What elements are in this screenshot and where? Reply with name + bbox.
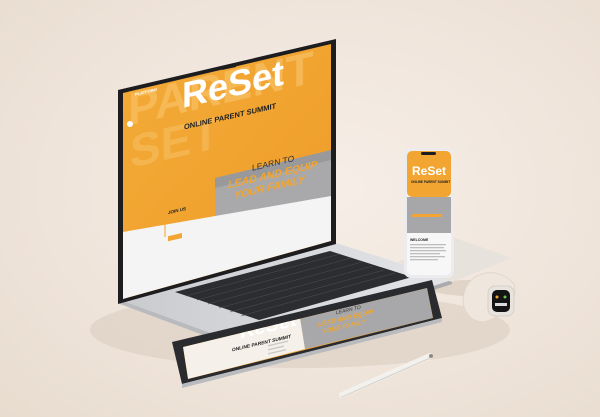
laptop-logo-icon [127,121,133,127]
phone: ReSet ONLINE PARENT SUMMIT WELCOME [398,148,512,282]
phone-headline-bar [412,214,442,217]
smartwatch [462,272,516,323]
phone-notch [421,152,436,155]
mockup-scene: PARENT SET ReSet ONLINE PARENT SUMMIT LE… [0,0,600,417]
watch-complication-icon [495,295,499,299]
phone-title: ReSet [412,164,446,178]
device-mockup-illustration: PARENT SET ReSet ONLINE PARENT SUMMIT LE… [90,39,516,398]
watch-screen [492,290,510,312]
watch-complication-icon-2 [503,295,507,299]
watch-time [495,303,507,306]
phone-welcome: WELCOME [410,238,429,242]
phone-subtitle: ONLINE PARENT SUMMIT [411,180,450,184]
